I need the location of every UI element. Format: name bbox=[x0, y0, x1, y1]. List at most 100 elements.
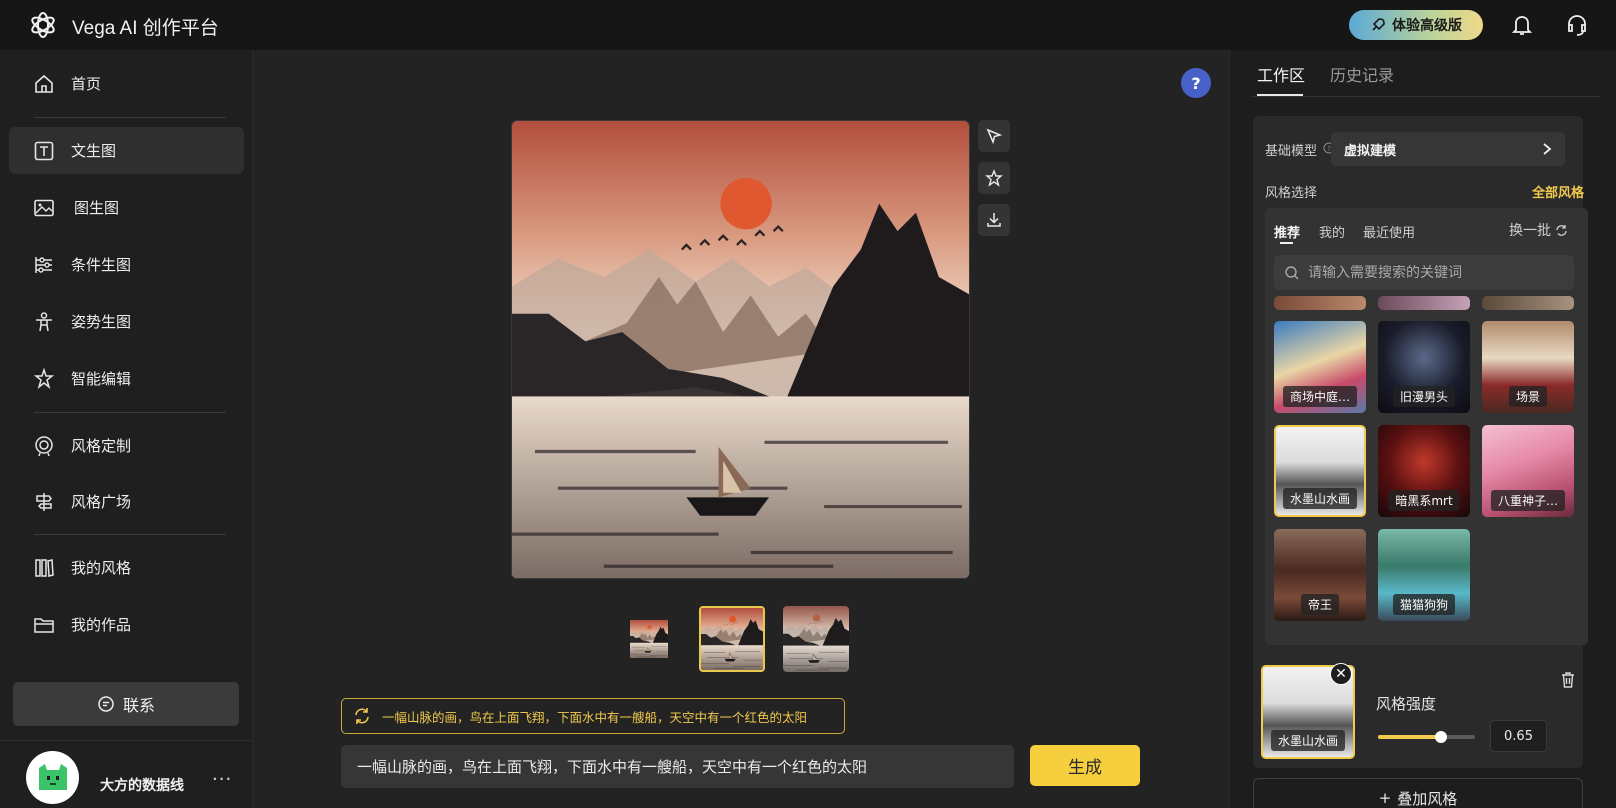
sidebar-item-home[interactable]: 首页 bbox=[9, 60, 244, 107]
tab-history[interactable]: 历史记录 bbox=[1330, 62, 1394, 86]
slider-handle[interactable] bbox=[1435, 731, 1448, 743]
thumbnail-image bbox=[783, 606, 849, 672]
text-icon bbox=[34, 141, 54, 160]
thumbnail-1[interactable] bbox=[616, 620, 682, 658]
style-tile-dark[interactable]: 暗黑系mrt bbox=[1378, 425, 1470, 517]
style-tile-partial[interactable] bbox=[1274, 296, 1366, 310]
help-button[interactable]: ? bbox=[1181, 68, 1211, 98]
style-tile-label: 八重神子… bbox=[1490, 490, 1566, 511]
style-tile-label: 场景 bbox=[1508, 386, 1548, 407]
tab-workspace[interactable]: 工作区 bbox=[1257, 62, 1305, 86]
style-tab-recent[interactable]: 最近使用 bbox=[1363, 222, 1415, 241]
star-icon bbox=[985, 169, 1003, 187]
avatar[interactable] bbox=[26, 751, 79, 804]
right-panel: 工作区 历史记录 基础模型 ? 虚拟建模 风格选择 全部风格 推荐 我的 最近使… bbox=[1229, 50, 1616, 808]
sidebar-item-my-works[interactable]: 我的作品 bbox=[9, 601, 244, 648]
all-styles-link[interactable]: 全部风格 bbox=[1532, 182, 1584, 201]
close-icon: ✕ bbox=[1335, 666, 1347, 682]
style-tile-yae-miko[interactable]: 八重神子… bbox=[1482, 425, 1574, 517]
nav-divider bbox=[34, 534, 226, 535]
folder-icon bbox=[34, 617, 54, 633]
style-strength-value[interactable]: 0.65 bbox=[1490, 720, 1547, 752]
style-tile-label: 商场中庭… bbox=[1282, 386, 1358, 407]
style-tile-scene[interactable]: 场景 bbox=[1482, 321, 1574, 413]
applied-style-label: 水墨山水画 bbox=[1270, 730, 1346, 751]
prompt-input[interactable] bbox=[341, 745, 1014, 788]
thumbnail-2[interactable] bbox=[699, 606, 765, 672]
magic-icon bbox=[33, 367, 55, 389]
chat-icon bbox=[98, 696, 114, 712]
style-tile-partial[interactable] bbox=[1378, 296, 1470, 310]
more-options-icon[interactable]: ··· bbox=[212, 769, 232, 790]
chevron-right-icon bbox=[1543, 143, 1552, 155]
thumbnail-image bbox=[701, 608, 763, 670]
sliders-icon bbox=[35, 256, 52, 273]
sidebar-item-label: 我的作品 bbox=[71, 616, 132, 634]
sidebar-item-image-to-image[interactable]: 图生图 bbox=[9, 184, 244, 231]
upgrade-button[interactable]: 体验高级版 bbox=[1349, 10, 1483, 40]
favorite-button[interactable] bbox=[978, 162, 1010, 194]
style-tile-ink-landscape[interactable]: 水墨山水画 bbox=[1274, 425, 1366, 517]
style-select-label: 风格选择 bbox=[1265, 186, 1318, 201]
prompt-suggestion[interactable]: 一幅山脉的画，鸟在上面飞翔，下面水中有一艘船，天空中有一个红色的太阳 bbox=[341, 698, 845, 734]
applied-style-card: 水墨山水画 ✕ 风格强度 0.65 bbox=[1253, 657, 1583, 768]
remove-style-button[interactable]: ✕ bbox=[1330, 663, 1352, 685]
books-icon bbox=[35, 558, 54, 577]
style-tile-cats-dogs[interactable]: 猫猫狗狗 bbox=[1378, 529, 1470, 621]
sidebar: 首页 文生图 图生图 条件生图 姿势生图 智能编辑 风格定制 风格广场 我的风格… bbox=[0, 50, 253, 808]
prompt-suggestion-text: 一幅山脉的画，鸟在上面飞翔，下面水中有一艘船，天空中有一个红色的太阳 bbox=[382, 709, 808, 725]
style-tile-anime-boy[interactable]: 旧漫男头 bbox=[1378, 321, 1470, 413]
sidebar-item-style-custom[interactable]: 风格定制 bbox=[9, 422, 244, 469]
bell-icon[interactable] bbox=[1509, 12, 1535, 38]
rocket-icon bbox=[1372, 18, 1385, 31]
style-search-input[interactable] bbox=[1308, 264, 1558, 281]
sidebar-item-my-styles[interactable]: 我的风格 bbox=[9, 544, 244, 591]
download-button[interactable] bbox=[978, 204, 1010, 236]
style-tab-recommended[interactable]: 推荐 bbox=[1274, 222, 1300, 241]
sidebar-item-text-to-image[interactable]: 文生图 bbox=[9, 127, 244, 174]
base-model-value: 虚拟建模 bbox=[1344, 143, 1397, 159]
refresh-icon bbox=[1556, 224, 1567, 236]
pose-icon bbox=[36, 311, 52, 331]
base-model-label: 基础模型 bbox=[1265, 144, 1318, 159]
nav-divider bbox=[34, 117, 226, 118]
sidebar-item-smart-edit[interactable]: 智能编辑 bbox=[9, 355, 244, 402]
select-tool-button[interactable] bbox=[978, 120, 1010, 152]
sidebar-item-pose[interactable]: 姿势生图 bbox=[9, 298, 244, 345]
sidebar-item-label: 风格定制 bbox=[71, 437, 132, 455]
thumbnail-image bbox=[629, 620, 669, 658]
add-style-button[interactable]: + 叠加风格 bbox=[1253, 778, 1583, 808]
style-tile-label: 水墨山水画 bbox=[1282, 488, 1358, 509]
style-search[interactable] bbox=[1274, 255, 1574, 290]
thumbnail-3[interactable] bbox=[783, 606, 849, 672]
upgrade-label: 体验高级版 bbox=[1392, 18, 1462, 34]
plus-icon: + bbox=[1378, 789, 1392, 807]
top-bar: Vega AI 创作平台 体验高级版 bbox=[0, 0, 1616, 50]
style-strength-slider[interactable] bbox=[1378, 731, 1475, 743]
refresh-batch-button[interactable]: 换一批 bbox=[1509, 220, 1568, 240]
trash-icon[interactable] bbox=[1559, 671, 1577, 689]
refresh-icon bbox=[355, 708, 369, 724]
app-logo-icon bbox=[31, 12, 55, 38]
sidebar-item-conditional[interactable]: 条件生图 bbox=[9, 241, 244, 288]
sidebar-item-label: 姿势生图 bbox=[71, 313, 132, 331]
base-model-select[interactable]: 虚拟建模 bbox=[1331, 132, 1565, 166]
sidebar-item-label: 图生图 bbox=[74, 199, 120, 217]
style-tile-emperor[interactable]: 帝王 bbox=[1274, 529, 1366, 621]
sidebar-item-style-square[interactable]: 风格广场 bbox=[9, 478, 244, 525]
contact-label: 联系 bbox=[122, 696, 155, 715]
style-tile-label: 旧漫男头 bbox=[1392, 386, 1456, 407]
style-tile-mall[interactable]: 商场中庭… bbox=[1274, 321, 1366, 413]
add-style-label: 叠加风格 bbox=[1397, 789, 1458, 808]
headset-icon[interactable] bbox=[1564, 12, 1590, 38]
sidebar-item-label: 首页 bbox=[71, 75, 102, 93]
tabs-divider bbox=[1251, 96, 1601, 97]
style-tile-partial[interactable] bbox=[1482, 296, 1574, 310]
style-tab-indicator bbox=[1280, 242, 1293, 244]
style-tab-mine[interactable]: 我的 bbox=[1319, 222, 1345, 241]
sidebar-item-label: 我的风格 bbox=[71, 559, 132, 577]
generate-button[interactable]: 生成 bbox=[1030, 745, 1140, 786]
contact-button[interactable]: 联系 bbox=[13, 682, 239, 726]
signpost-icon bbox=[36, 492, 52, 511]
nav-divider bbox=[34, 412, 226, 413]
